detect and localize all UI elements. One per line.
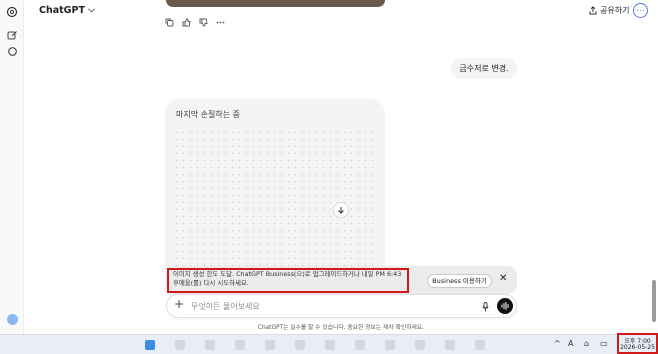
search-chat-icon[interactable] (5, 44, 19, 58)
share-button[interactable]: 공유하기 (589, 5, 629, 16)
scrollbar-thumb[interactable] (652, 280, 656, 322)
taskbar-app-icon[interactable] (175, 340, 185, 350)
user-message-bubble: 금수저로 변경. (451, 58, 517, 79)
taskbar-app-icon[interactable] (145, 340, 155, 350)
add-attachment-button[interactable]: + (174, 297, 184, 311)
model-selector[interactable]: ChatGPT (39, 5, 95, 16)
battery-icon[interactable]: ▭ (600, 339, 608, 348)
input-method-icon[interactable]: A (568, 339, 573, 348)
share-icon (589, 6, 597, 15)
model-name: ChatGPT (39, 5, 85, 16)
message-actions (165, 18, 225, 27)
thumbs-down-icon[interactable] (199, 18, 208, 27)
taskbar-app-icon[interactable] (235, 340, 245, 350)
message-composer: + 무엇이든 물어보세요 (166, 294, 517, 318)
taskbar-app-icon[interactable] (265, 340, 275, 350)
generating-status-text: 마지막 손질하는 중 (176, 110, 240, 119)
os-taskbar: ^ A ⌂ ▭ (0, 334, 658, 354)
taskbar-app-icon[interactable] (385, 340, 395, 350)
copy-icon[interactable] (165, 18, 174, 27)
clock-date: 2026-05-25 (620, 344, 655, 351)
chevron-down-icon (88, 8, 95, 13)
message-input[interactable]: 무엇이든 물어보세요 (191, 301, 260, 312)
taskbar-app-icon[interactable] (205, 340, 215, 350)
waveform-icon (501, 302, 508, 310)
profile-menu-button[interactable]: … (633, 3, 648, 18)
share-label: 공유하기 (600, 6, 630, 15)
disclaimer-text: ChatGPT는 실수를 할 수 있습니다. 중요한 정보는 재차 확인하세요. (257, 325, 425, 331)
taskbar-app-icon[interactable] (325, 340, 335, 350)
taskbar-app-icon[interactable] (295, 340, 305, 350)
close-banner-icon[interactable]: ✕ (499, 273, 507, 284)
limit-message-line1: 이미지 생성 한도 도달. ChatGPT Business(으)로 업그레이드… (173, 270, 402, 278)
image-limit-banner: 이미지 생성 한도 도달. ChatGPT Business(으)로 업그레이드… (166, 266, 517, 294)
left-rail (0, 0, 24, 334)
arrow-down-icon (338, 207, 344, 214)
wifi-icon[interactable]: ⌂ (584, 339, 589, 348)
more-options-icon[interactable] (216, 18, 225, 27)
voice-mode-button[interactable] (497, 298, 513, 314)
openai-logo-icon[interactable] (5, 5, 19, 19)
scroll-to-bottom-button[interactable] (333, 202, 349, 218)
limit-message: 이미지 생성 한도 도달. ChatGPT Business(으)로 업그레이드… (173, 270, 419, 288)
taskbar-clock[interactable]: 오후 7:00 2026-05-25 (617, 333, 658, 354)
taskbar-app-icon[interactable] (475, 340, 485, 350)
taskbar-app-icon[interactable] (445, 340, 455, 350)
taskbar-app-icon[interactable] (415, 340, 425, 350)
business-upgrade-button[interactable]: Business 이용하기 (427, 274, 492, 288)
microphone-icon[interactable] (480, 301, 490, 312)
new-chat-icon[interactable] (5, 28, 19, 42)
taskbar-app-icon[interactable] (355, 340, 365, 350)
thumbs-up-icon[interactable] (182, 18, 191, 27)
tray-overflow-icon[interactable]: ^ (554, 339, 561, 348)
generated-image-previous[interactable] (166, 0, 385, 7)
limit-message-line2: 후에을(를) 다시 시도하세요. (173, 279, 249, 287)
